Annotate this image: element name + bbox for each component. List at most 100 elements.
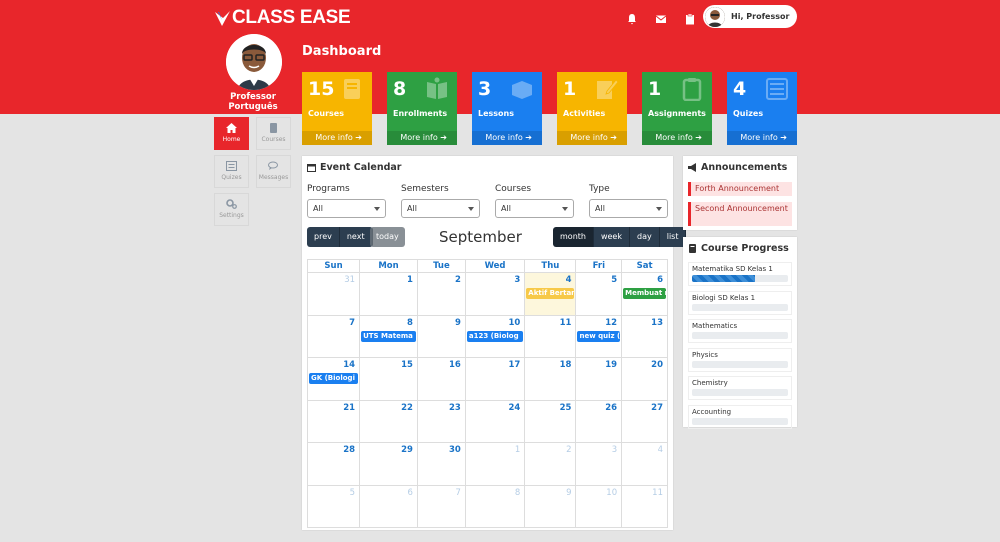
- day-number[interactable]: 9: [418, 316, 465, 328]
- course-progress-item[interactable]: Chemistry: [688, 376, 792, 400]
- calendar-day-cell[interactable]: 26: [575, 399, 623, 443]
- calendar-day-cell[interactable]: 5: [306, 484, 361, 528]
- calendar-day-cell[interactable]: 10 a123 (Biolog: [464, 314, 526, 358]
- calendar-day-cell[interactable]: 27: [621, 399, 668, 443]
- calendar-day-cell[interactable]: 15: [359, 357, 418, 401]
- day-number[interactable]: 23: [418, 401, 465, 413]
- calendar-day-cell[interactable]: 9: [524, 484, 577, 528]
- day-number[interactable]: 5: [576, 273, 621, 285]
- next-button[interactable]: next: [339, 227, 373, 247]
- today-button[interactable]: today: [370, 227, 405, 247]
- tile-quizes[interactable]: 4 Quizes More info ➔: [727, 72, 797, 145]
- type-select[interactable]: All: [589, 199, 668, 218]
- day-number[interactable]: 11: [525, 316, 575, 328]
- calendar-day-cell[interactable]: 3: [464, 272, 526, 316]
- day-number[interactable]: 11: [622, 486, 667, 498]
- announcement-item[interactable]: Second Announcement: [688, 202, 792, 226]
- course-progress-item[interactable]: Matematika SD Kelas 1: [688, 262, 792, 286]
- calendar-day-cell[interactable]: 7: [306, 314, 361, 358]
- sidenav-quizes[interactable]: Quizes: [214, 155, 249, 188]
- calendar-day-cell[interactable]: 19: [575, 357, 623, 401]
- day-number[interactable]: 28: [308, 443, 359, 455]
- tile-lessons[interactable]: 3 Lessons More info ➔: [472, 72, 542, 145]
- tile-courses[interactable]: 15 Courses More info ➔: [302, 72, 372, 145]
- user-menu[interactable]: Hi, Professor: [703, 5, 797, 28]
- calendar-day-cell[interactable]: 20: [621, 357, 668, 401]
- day-number[interactable]: 4: [525, 273, 575, 285]
- sidenav-messages[interactable]: Messages: [256, 155, 291, 188]
- day-number[interactable]: 1: [360, 273, 417, 285]
- calendar-day-cell[interactable]: 24: [464, 399, 526, 443]
- day-number[interactable]: 7: [308, 316, 359, 328]
- day-number[interactable]: 3: [466, 273, 524, 285]
- more-info-link[interactable]: More info ➔: [727, 131, 797, 145]
- day-number[interactable]: 10: [576, 486, 621, 498]
- prev-button[interactable]: prev: [307, 227, 340, 247]
- more-info-link[interactable]: More info ➔: [302, 131, 372, 145]
- clipboard-icon[interactable]: [684, 10, 696, 25]
- programs-select[interactable]: All: [307, 199, 386, 218]
- more-info-link[interactable]: More info ➔: [387, 131, 457, 145]
- day-number[interactable]: 30: [418, 443, 465, 455]
- day-number[interactable]: 13: [622, 316, 667, 328]
- sidenav-home[interactable]: Home: [214, 117, 249, 150]
- calendar-day-cell[interactable]: 8: [464, 484, 526, 528]
- day-number[interactable]: 26: [576, 401, 621, 413]
- calendar-day-cell[interactable]: 9: [416, 314, 466, 358]
- view-month-button[interactable]: month: [553, 227, 594, 247]
- announcement-item[interactable]: Forth Announcement: [688, 182, 792, 196]
- day-number[interactable]: 5: [308, 486, 359, 498]
- calendar-day-cell[interactable]: 30: [416, 442, 466, 486]
- courses-select[interactable]: All: [495, 199, 574, 218]
- calendar-event[interactable]: new quiz (Bi: [577, 330, 621, 342]
- day-number[interactable]: 10: [466, 316, 524, 328]
- day-number[interactable]: 15: [360, 358, 417, 370]
- tile-assignments[interactable]: 1 Assignments More info ➔: [642, 72, 712, 145]
- calendar-day-cell[interactable]: 4: [621, 442, 668, 486]
- day-number[interactable]: 17: [466, 358, 524, 370]
- day-number[interactable]: 3: [576, 443, 621, 455]
- calendar-day-cell[interactable]: 14 GK (Biologi I: [306, 357, 361, 401]
- calendar-day-cell[interactable]: 16: [416, 357, 466, 401]
- day-number[interactable]: 27: [622, 401, 667, 413]
- tile-activities[interactable]: 1 Activities More info ➔: [557, 72, 627, 145]
- more-info-link[interactable]: More info ➔: [642, 131, 712, 145]
- day-number[interactable]: 19: [576, 358, 621, 370]
- day-number[interactable]: 7: [418, 486, 465, 498]
- calendar-day-cell[interactable]: 23: [416, 399, 466, 443]
- calendar-day-cell[interactable]: 10: [575, 484, 623, 528]
- view-day-button[interactable]: day: [630, 227, 660, 247]
- calendar-day-cell[interactable]: 6: [359, 484, 418, 528]
- calendar-day-cell[interactable]: 28: [306, 442, 361, 486]
- day-number[interactable]: 20: [622, 358, 667, 370]
- calendar-day-cell[interactable]: 18: [524, 357, 577, 401]
- day-number[interactable]: 8: [466, 486, 524, 498]
- day-number[interactable]: 6: [360, 486, 417, 498]
- calendar-day-cell[interactable]: 22: [359, 399, 418, 443]
- calendar-event[interactable]: GK (Biologi I: [309, 373, 359, 384]
- calendar-day-cell[interactable]: 2: [524, 442, 577, 486]
- calendar-day-cell[interactable]: 1: [464, 442, 526, 486]
- sidenav-settings[interactable]: Settings: [214, 193, 249, 226]
- more-info-link[interactable]: More info ➔: [557, 131, 627, 145]
- calendar-event[interactable]: Membuat mi: [623, 288, 666, 299]
- calendar-day-cell[interactable]: 13: [621, 314, 668, 358]
- calendar-day-cell[interactable]: 25: [524, 399, 577, 443]
- calendar-day-cell[interactable]: 11: [621, 484, 668, 528]
- day-number[interactable]: 21: [308, 401, 359, 413]
- sidenav-courses[interactable]: Courses: [256, 117, 291, 150]
- day-number[interactable]: 9: [525, 486, 575, 498]
- day-number[interactable]: 14: [308, 358, 359, 370]
- day-number[interactable]: 1: [466, 443, 524, 455]
- calendar-event[interactable]: Aktif Bertan: [526, 288, 575, 299]
- tile-enrollments[interactable]: 8 Enrollments More info ➔: [387, 72, 457, 145]
- day-number[interactable]: 12: [576, 316, 621, 328]
- day-number[interactable]: 4: [622, 443, 667, 455]
- calendar-day-cell[interactable]: 11: [524, 314, 577, 358]
- calendar-day-cell[interactable]: 21: [306, 399, 361, 443]
- calendar-day-cell[interactable]: 4 Aktif Bertan: [524, 272, 577, 316]
- view-week-button[interactable]: week: [593, 227, 630, 247]
- day-number[interactable]: 31: [308, 273, 359, 285]
- day-number[interactable]: 29: [360, 443, 417, 455]
- day-number[interactable]: 22: [360, 401, 417, 413]
